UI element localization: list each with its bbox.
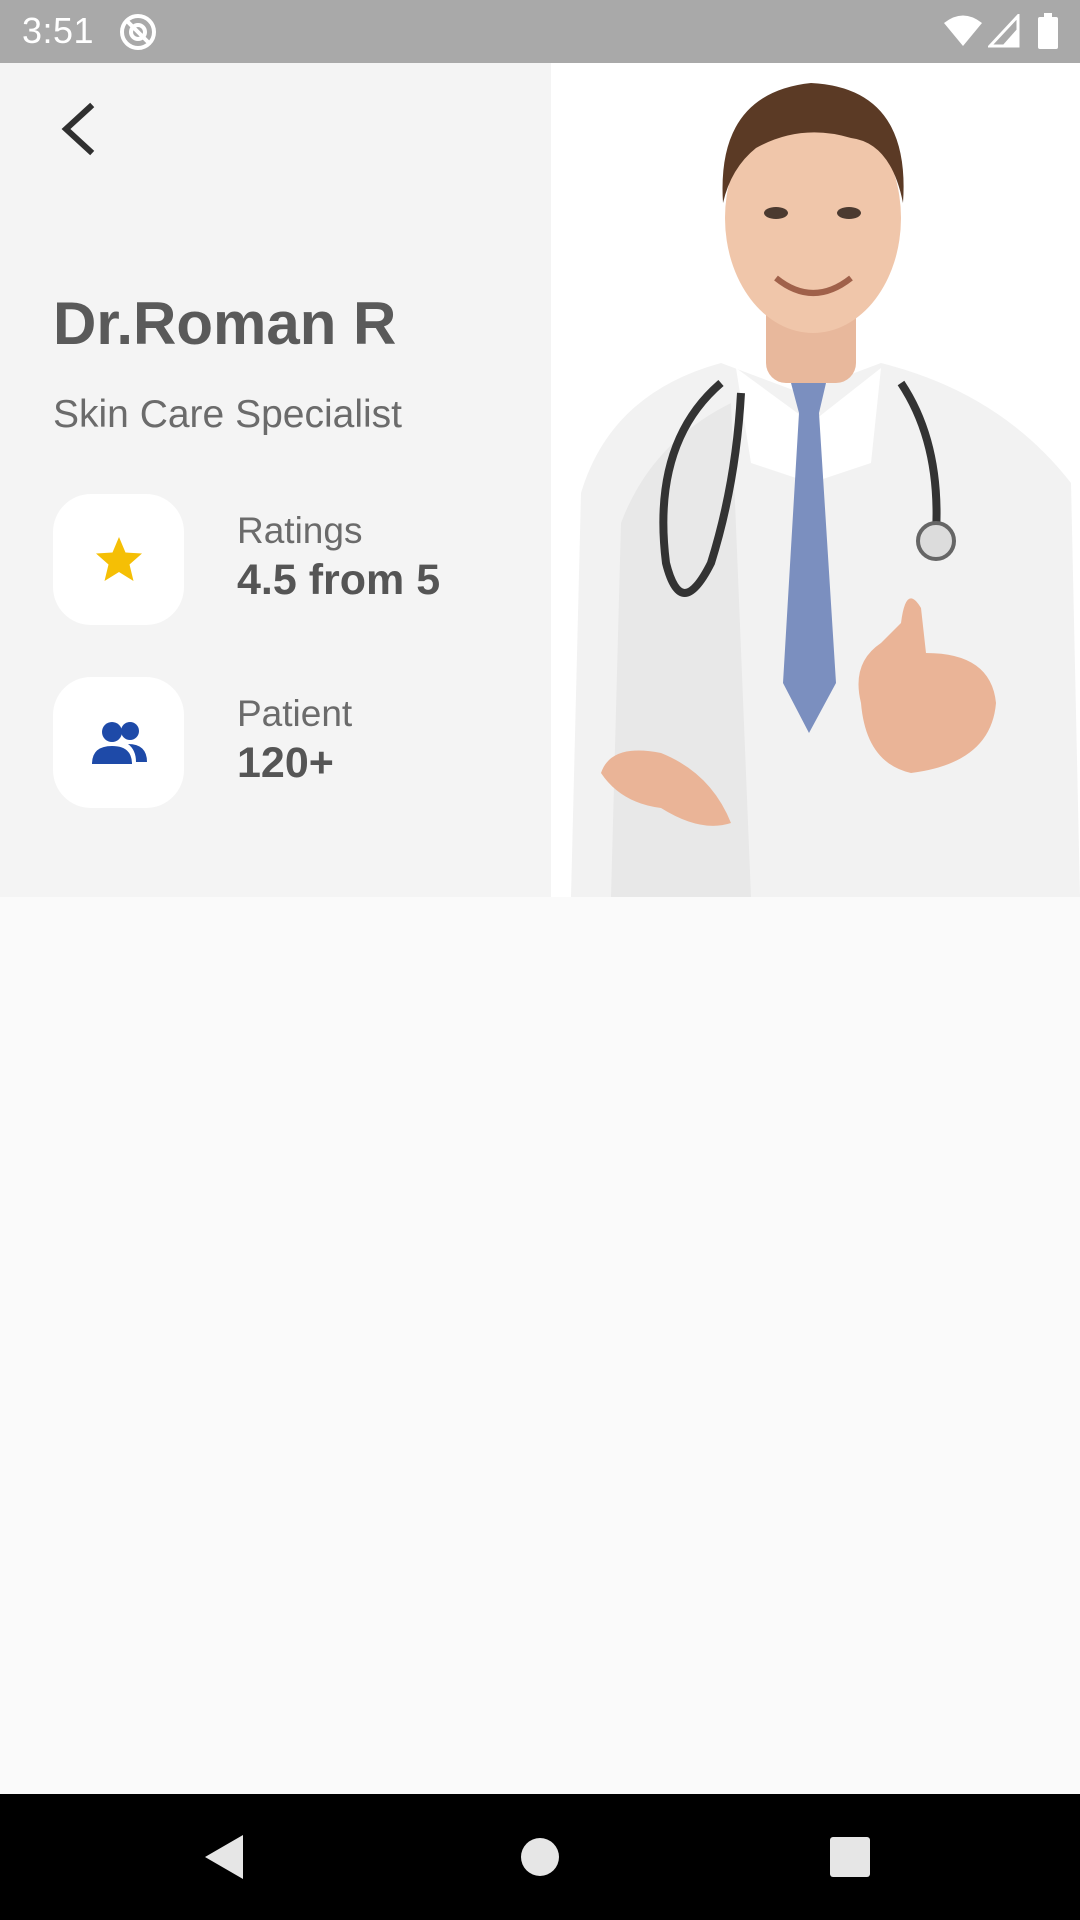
- status-bar: 3:51: [0, 0, 1080, 63]
- patients-label: Patient: [237, 693, 353, 734]
- recents-square-icon: [830, 1837, 870, 1877]
- doctor-header-card: Dr.Roman R Skin Care Specialist Ratings …: [0, 63, 1080, 897]
- doctor-name: Dr.Roman R: [53, 290, 397, 357]
- ratings-value: 4.5 from 5: [237, 556, 441, 604]
- wifi-icon: [943, 14, 983, 48]
- people-icon: [91, 721, 147, 764]
- ratings-icon-box: [53, 494, 184, 625]
- nav-recents-button[interactable]: [820, 1827, 880, 1887]
- doctor-specialty: Skin Care Specialist: [53, 393, 402, 436]
- nav-home-button[interactable]: [510, 1827, 570, 1887]
- back-button[interactable]: [48, 97, 112, 161]
- star-icon: [95, 536, 142, 581]
- back-triangle-icon: [205, 1835, 243, 1879]
- chevron-left-icon: [61, 102, 95, 156]
- doctor-portrait-image: [551, 63, 1080, 897]
- status-time: 3:51: [22, 10, 95, 51]
- ratings-label: Ratings: [237, 510, 363, 551]
- doctor-photo: [551, 63, 1080, 897]
- at-sign-icon: [118, 12, 158, 52]
- navigation-bar: [0, 1794, 1080, 1920]
- patients-icon-box: [53, 677, 184, 808]
- home-circle-icon: [521, 1838, 559, 1876]
- battery-icon: [1037, 13, 1059, 49]
- patients-value: 120+: [237, 739, 334, 787]
- signal-icon: [986, 12, 1020, 48]
- nav-back-button[interactable]: [195, 1827, 255, 1887]
